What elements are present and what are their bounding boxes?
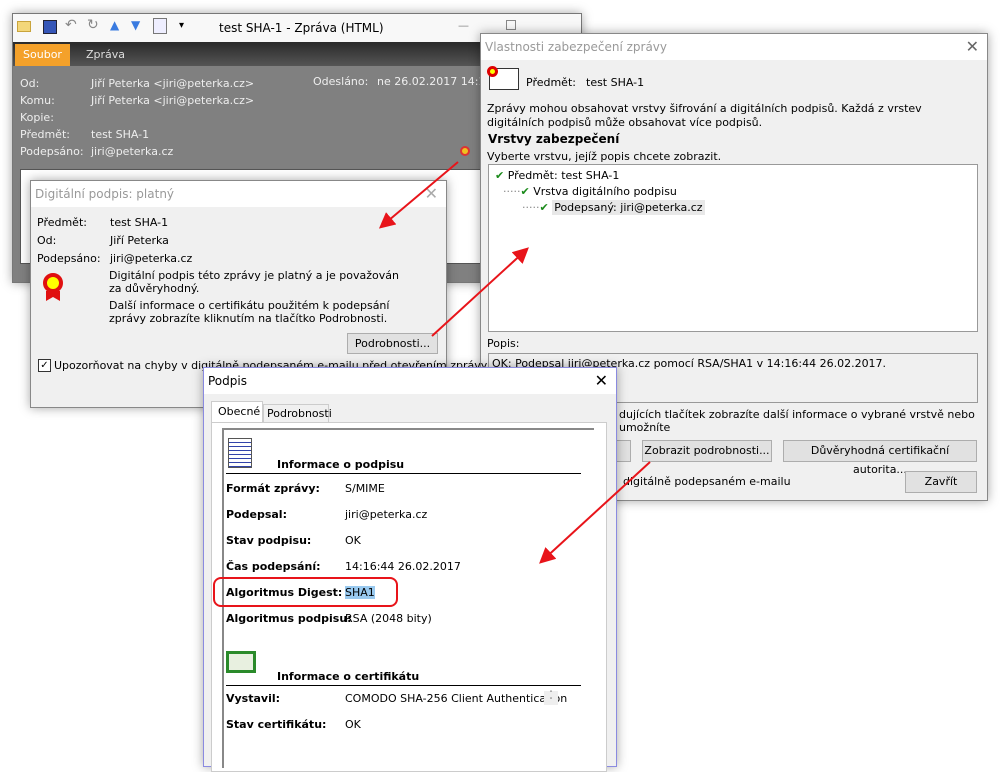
annotation-arrow bbox=[378, 161, 459, 229]
annotation-arrow bbox=[431, 247, 529, 337]
annotation-arrows bbox=[378, 161, 651, 564]
annotation-arrow bbox=[539, 461, 651, 564]
